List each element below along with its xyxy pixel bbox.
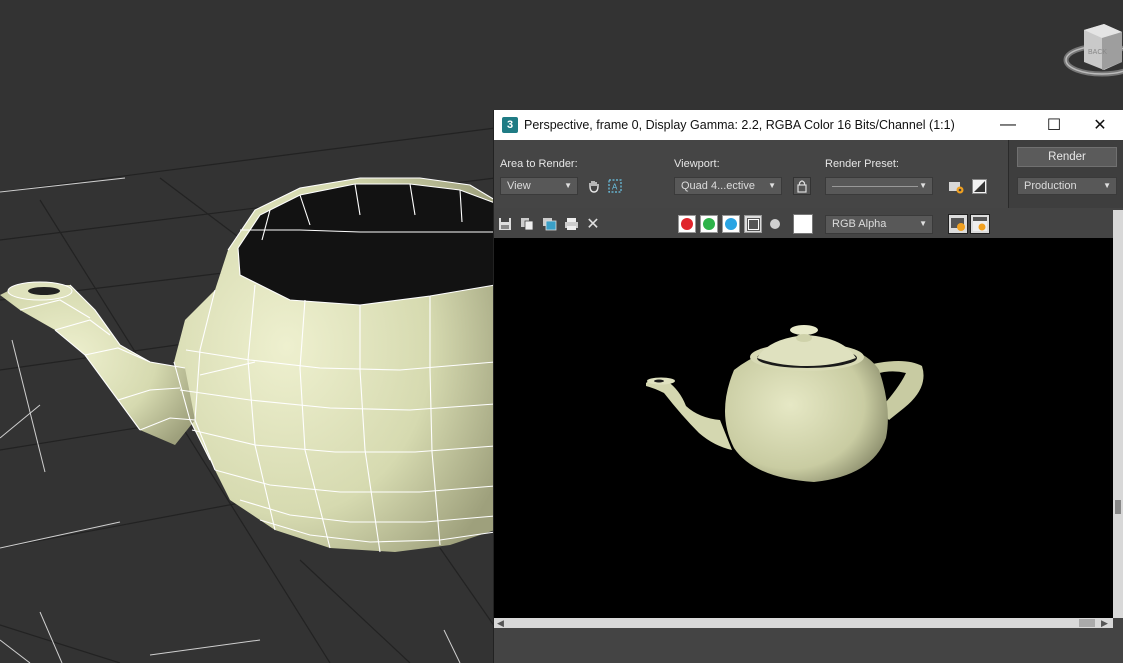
clone-frame-window-icon[interactable] — [540, 215, 558, 233]
clear-image-icon[interactable]: ✕ — [584, 215, 602, 233]
red-channel-icon — [681, 218, 693, 230]
app-icon: 3 — [502, 117, 518, 133]
horizontal-scrollbar[interactable]: ◀ ▶ — [494, 618, 1113, 628]
rendered-image[interactable] — [494, 238, 1113, 618]
production-value: Production — [1024, 180, 1077, 192]
viewcube-back-label: BACK — [1088, 49, 1107, 56]
environment-effects-icon[interactable] — [970, 177, 988, 195]
viewport-value: Quad 4...ective — [681, 180, 755, 192]
teapot-wireframe — [0, 177, 496, 553]
display-channel-dropdown[interactable]: RGB Alpha ▼ — [825, 215, 933, 234]
svg-text:A: A — [612, 183, 618, 192]
render-preset-label: Render Preset: — [825, 158, 899, 170]
viewcube: BACK — [1063, 24, 1123, 77]
title-bar[interactable]: 3 Perspective, frame 0, Display Gamma: 2… — [494, 110, 1123, 140]
preset-placeholder-line — [832, 186, 918, 187]
render-action-panel: Render Production ▼ — [1008, 140, 1123, 208]
minimize-button[interactable]: — — [985, 110, 1031, 140]
red-channel-toggle[interactable] — [678, 215, 696, 233]
rendered-teapot — [646, 325, 924, 482]
alpha-channel-toggle[interactable] — [744, 215, 762, 233]
window-bottom-edge — [494, 628, 1123, 663]
chevron-down-icon: ▼ — [564, 181, 572, 190]
alpha-channel-icon — [746, 217, 760, 231]
swatch-box[interactable] — [793, 214, 813, 234]
auto-region-icon[interactable]: A — [606, 177, 624, 195]
window-title: Perspective, frame 0, Display Gamma: 2.2… — [524, 118, 955, 132]
chevron-down-icon: ▼ — [919, 181, 927, 190]
horizontal-scroll-thumb[interactable] — [1079, 619, 1095, 627]
production-dropdown[interactable]: Production ▼ — [1017, 177, 1117, 195]
maximize-button[interactable]: ☐ — [1031, 110, 1077, 140]
save-image-icon[interactable] — [496, 215, 514, 233]
copy-image-icon[interactable] — [518, 215, 536, 233]
blue-channel-toggle[interactable] — [722, 215, 740, 233]
chevron-down-icon: ▼ — [768, 181, 776, 190]
green-channel-icon — [703, 218, 715, 230]
toggle-ui-overlay-icon[interactable] — [948, 214, 968, 234]
area-to-render-label: Area to Render: — [500, 158, 578, 170]
rendered-frame-window[interactable]: 3 Perspective, frame 0, Display Gamma: 2… — [494, 110, 1123, 663]
display-channel-value: RGB Alpha — [832, 218, 887, 230]
vertical-scrollbar[interactable] — [1113, 210, 1123, 618]
close-button[interactable]: ✕ — [1077, 110, 1123, 140]
green-channel-toggle[interactable] — [700, 215, 718, 233]
vertical-scroll-thumb[interactable] — [1115, 500, 1121, 514]
print-image-icon[interactable] — [562, 215, 580, 233]
chevron-down-icon: ▼ — [1103, 181, 1111, 190]
frame-toolbar: ✕ RGB Alpha ▼ — [494, 210, 1114, 238]
render-setup-icon[interactable] — [947, 177, 965, 195]
monochrome-icon[interactable] — [766, 215, 784, 233]
render-preset-dropdown[interactable]: ▼ — [825, 177, 933, 195]
lock-icon[interactable] — [793, 177, 811, 195]
area-to-render-value: View — [507, 180, 531, 192]
viewport-dropdown[interactable]: Quad 4...ective ▼ — [674, 177, 782, 195]
pan-hand-icon[interactable] — [585, 177, 603, 195]
render-button[interactable]: Render — [1017, 147, 1117, 167]
area-to-render-dropdown[interactable]: View ▼ — [500, 177, 578, 195]
viewport-label: Viewport: — [674, 158, 720, 170]
blue-channel-icon — [725, 218, 737, 230]
toggle-ui-icon[interactable] — [970, 214, 990, 234]
chevron-down-icon: ▼ — [919, 219, 927, 228]
